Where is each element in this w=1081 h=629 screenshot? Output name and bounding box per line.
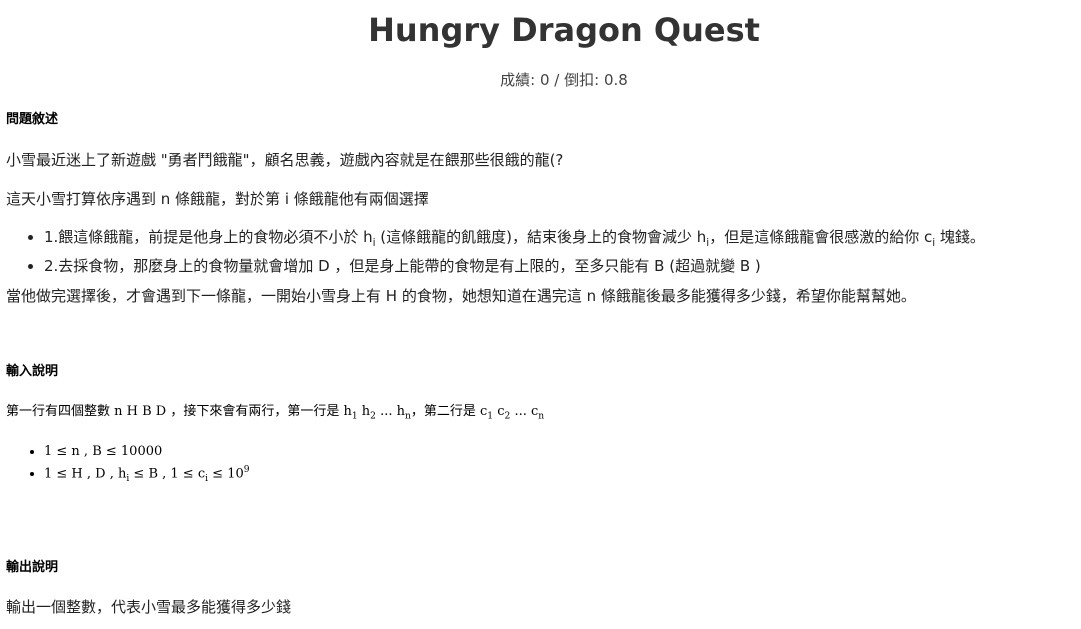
choice-list: 1.餵這條餓龍，前提是他身上的食物必須不小於 hi (這條餓龍的飢餓度)，結束後…: [6, 226, 985, 278]
input-desc-e: c: [493, 404, 505, 419]
constraint-list: 1 ≤ n , B ≤ 10000 1 ≤ H , D , hi ≤ B , 1…: [6, 442, 250, 489]
problem-heading: 問題敘述: [6, 112, 59, 127]
choice-item-feed: 1.餵這條餓龍，前提是他身上的食物必須不小於 hi (這條餓龍的飢餓度)，結束後…: [44, 226, 985, 255]
input-desc-b: h: [357, 404, 371, 419]
constraint2-text-c: ≤ 10: [208, 466, 244, 482]
constraint-item: 1 ≤ H , D , hi ≤ B , 1 ≤ ci ≤ 109: [44, 461, 250, 489]
choice1-text-d: 塊錢。: [935, 228, 985, 246]
constraint2-text-a: 1 ≤ H , D , h: [44, 466, 127, 482]
choice1-text-b: (這條餓龍的飢餓度)，結束後身上的食物會減少 h: [375, 228, 707, 246]
choice1-text-c: ，但是這條餓龍會很感激的給你 c: [709, 228, 933, 246]
input-desc-f: ... c: [510, 404, 539, 419]
choice1-text-a: 1.餵這條餓龍，前提是他身上的食物必須不小於 h: [44, 228, 373, 246]
constraint2-sup: 9: [243, 465, 250, 475]
input-description: 第一行有四個整數 n H B D ，接下來會有兩行，第一行是 h1 h2 ...…: [6, 404, 544, 423]
choice-item-gather: 2.去採食物，那麼身上的食物量就會增加 D ，但是身上能帶的食物是有上限的，至多…: [44, 255, 985, 278]
page-title: Hungry Dragon Quest: [368, 11, 760, 49]
constraint2-text-b: ≤ B , 1 ≤ c: [129, 466, 206, 482]
score-line: 成績: 0 / 倒扣: 0.8: [500, 71, 628, 89]
problem-line2: 這天小雪打算依序遇到 n 條餓龍，對於第 i 條餓龍他有兩個選擇: [6, 190, 429, 208]
input-desc-a: 第一行有四個整數 n H B D ，接下來會有兩行，第一行是 h: [6, 404, 352, 419]
output-description: 輸出一個整數，代表小雪最多能獲得多少錢: [6, 598, 292, 616]
problem-page: Hungry Dragon Quest 成績: 0 / 倒扣: 0.8 問題敘述…: [0, 0, 1081, 629]
problem-closing: 當他做完選擇後，才會遇到下一條龍，一開始小雪身上有 H 的食物，她想知道在遇完這…: [6, 287, 916, 305]
problem-intro: 小雪最近迷上了新遊戲 "勇者鬥餓龍"，顧名思義，遊戲內容就是在餵那些很餓的龍(?: [6, 151, 564, 169]
input-desc-c: ... h: [375, 404, 406, 419]
output-heading: 輸出說明: [6, 560, 59, 575]
input-desc-d: ，第二行是 c: [410, 404, 488, 419]
input-desc-s6: n: [538, 411, 545, 422]
input-heading: 輸入說明: [6, 364, 59, 379]
constraint-item: 1 ≤ n , B ≤ 10000: [44, 442, 250, 461]
